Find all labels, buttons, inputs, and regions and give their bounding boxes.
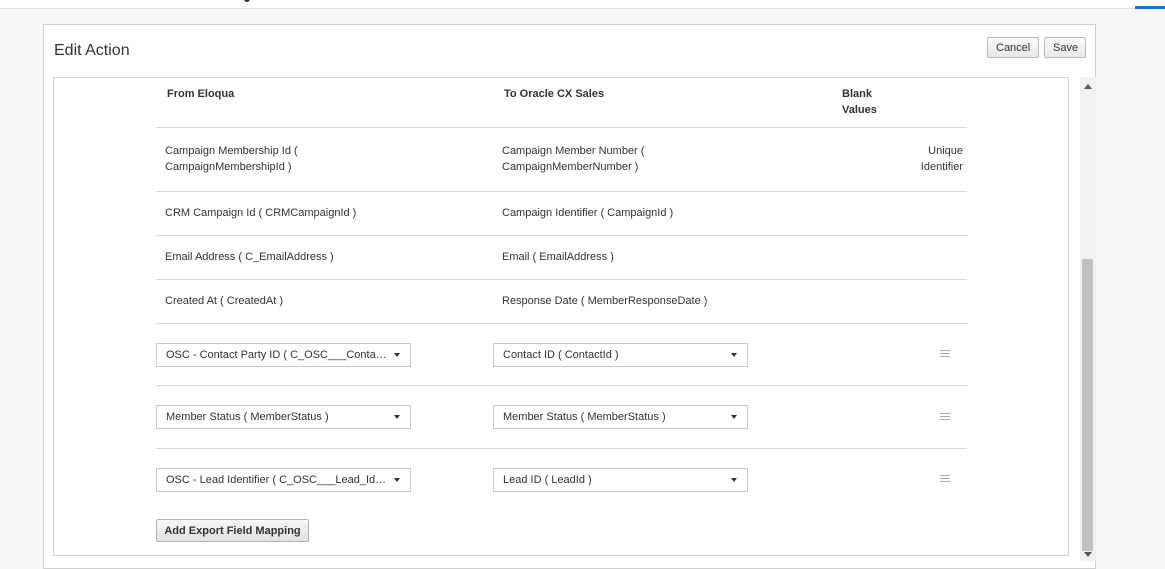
from-field-select[interactable]: Member Status ( MemberStatus ) xyxy=(156,405,411,429)
static-row-to: Email ( EmailAddress ) xyxy=(502,251,614,263)
static-row-from: Campaign Membership Id ( CampaignMembers… xyxy=(165,145,298,173)
from-field-value: Member Status ( MemberStatus ) xyxy=(166,411,329,423)
from-field-value: OSC - Lead Identifier ( C_OSC___Lead_Ide… xyxy=(166,474,392,486)
cancel-button[interactable]: Cancel xyxy=(987,37,1039,58)
drag-handle-icon[interactable] xyxy=(940,475,950,482)
static-row-blank: Unique Identifier xyxy=(920,145,963,173)
to-field-select[interactable]: Member Status ( MemberStatus ) xyxy=(493,405,748,429)
static-row-from: CRM Campaign Id ( CRMCampaignId ) xyxy=(165,207,357,219)
vertical-scrollbar[interactable] xyxy=(1080,77,1096,561)
to-field-value: Member Status ( MemberStatus ) xyxy=(503,411,666,423)
to-field-value: Lead ID ( LeadId ) xyxy=(503,474,592,486)
scrollbar-thumb[interactable] xyxy=(1082,259,1093,551)
column-header-to: To Oracle CX Sales xyxy=(504,88,605,100)
row-divider xyxy=(156,323,967,324)
to-field-select[interactable]: Contact ID ( ContactId ) xyxy=(493,343,748,367)
static-row-to: Response Date ( MemberResponseDate ) xyxy=(502,295,708,307)
row-divider xyxy=(156,448,967,449)
edit-action-dialog: Edit Action Cancel Save From Eloqua To O… xyxy=(43,24,1096,569)
row-divider xyxy=(156,127,967,128)
chevron-down-icon xyxy=(394,353,400,357)
dialog-title: Edit Action xyxy=(54,42,130,59)
chevron-down-icon xyxy=(394,478,400,482)
scroll-down-arrow-icon[interactable] xyxy=(1084,552,1092,557)
static-row-to: Campaign Member Number ( CampaignMemberN… xyxy=(502,145,645,173)
from-field-select[interactable]: OSC - Lead Identifier ( C_OSC___Lead_Ide… xyxy=(156,468,411,492)
field-mapping-panel: From Eloqua To Oracle CX Sales Blank Val… xyxy=(53,77,1069,556)
to-field-value: Contact ID ( ContactId ) xyxy=(503,349,619,361)
static-row-from: Email Address ( C_EmailAddress ) xyxy=(165,251,334,263)
row-divider xyxy=(156,385,967,386)
top-accent-bar xyxy=(1135,6,1165,9)
chevron-down-icon xyxy=(731,353,737,357)
from-field-value: OSC - Contact Party ID ( C_OSC___Contact… xyxy=(166,349,392,361)
drag-handle-icon[interactable] xyxy=(940,350,950,357)
from-field-select[interactable]: OSC - Contact Party ID ( C_OSC___Contact… xyxy=(156,343,411,367)
drag-handle-icon[interactable] xyxy=(940,413,950,420)
static-row-from: Created At ( CreatedAt ) xyxy=(165,295,283,307)
column-header-blank-values: Blank Values xyxy=(842,88,877,116)
scroll-up-arrow-icon[interactable] xyxy=(1084,84,1092,89)
chevron-down-icon xyxy=(394,415,400,419)
row-divider xyxy=(156,191,967,192)
row-divider xyxy=(156,279,967,280)
chevron-down-icon xyxy=(731,415,737,419)
top-bar xyxy=(0,0,1165,9)
static-row-to: Campaign Identifier ( CampaignId ) xyxy=(502,207,674,219)
chevron-down-icon xyxy=(731,478,737,482)
column-header-from: From Eloqua xyxy=(167,88,235,100)
to-field-select[interactable]: Lead ID ( LeadId ) xyxy=(493,468,748,492)
page-title-fragment xyxy=(240,0,256,3)
save-button[interactable]: Save xyxy=(1044,37,1086,58)
add-export-field-mapping-button[interactable]: Add Export Field Mapping xyxy=(156,519,309,542)
row-divider xyxy=(156,235,967,236)
